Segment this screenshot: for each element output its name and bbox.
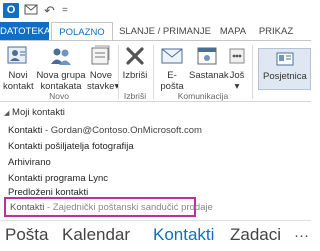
novi-kontakt-button[interactable]: Novi kontakt (3, 44, 34, 92)
folder-item[interactable]: Arhivirano (8, 157, 51, 168)
sastanak-button[interactable]: Sastanak (189, 44, 229, 81)
tab-slanje-primanje[interactable]: SLANJE / PRIMANJE (117, 22, 213, 41)
contact-card-icon (7, 46, 27, 64)
nav-kontakti[interactable]: Kontakti (153, 225, 214, 245)
group-label-izbrisi: Izbriši (123, 91, 147, 101)
outlook-icon: O (3, 3, 19, 18)
qat-dropdown-icon[interactable]: = (62, 3, 68, 18)
nav-posta[interactable]: Pošta (5, 225, 48, 245)
tab-mapa[interactable]: MAPA (217, 22, 249, 41)
title-bar: O ↶ = (0, 0, 311, 22)
group-label-novo: Novo (49, 91, 69, 101)
contact-group-icon (51, 48, 71, 65)
nove-stavke-button[interactable]: Nove stavke▾ (87, 44, 119, 92)
group-separator (118, 45, 119, 99)
folder-item[interactable]: Kontakti programa Lync (8, 173, 108, 184)
moji-kontakti-header[interactable]: ◢ Moji kontakti (4, 107, 65, 118)
ribbon: Novi kontakt Nova grupa kontakata Nove s… (0, 40, 311, 102)
folder-item[interactable]: Kontakti - Gordan@Contoso.OnMicrosoft.co… (8, 125, 202, 136)
folder-item-highlighted[interactable]: Kontakti - Zajednički poštanski sandučić… (4, 197, 213, 217)
posjetnica-label: Posjetnica (263, 71, 307, 82)
folder-item[interactable]: Kontakti pošiljatelja fotografija (8, 141, 134, 152)
collapse-icon[interactable]: ◢ (4, 110, 9, 117)
tab-datoteka[interactable]: DATOTEKA (0, 22, 50, 41)
sendreceive-icon[interactable] (24, 3, 38, 17)
e-posta-button[interactable]: E-pošta (156, 44, 188, 92)
more-nav-icon[interactable]: ··· (294, 227, 309, 244)
meeting-icon (197, 47, 217, 65)
posjetnica-view-button[interactable]: Posjetnica (258, 48, 311, 90)
new-items-icon (91, 45, 110, 65)
nova-grupa-kontakata-button[interactable]: Nova grupa kontakata (36, 44, 86, 92)
nav-zadaci[interactable]: Zadaci (230, 225, 281, 245)
folder-pane: ◢ Moji kontakti Kontakti - Gordan@Contos… (0, 102, 311, 220)
delete-icon (126, 47, 144, 65)
izbrisi-button[interactable]: Izbriši (120, 44, 150, 81)
tab-polazno[interactable]: POLAZNO (51, 22, 113, 42)
group-separator (153, 45, 154, 99)
ribbon-tabs: DATOTEKA POLAZNO SLANJE / PRIMANJE MAPA … (0, 22, 311, 42)
undo-icon[interactable]: ↶ (44, 3, 55, 18)
group-label-komunikacija: Komunikacija (177, 91, 229, 101)
email-icon (161, 48, 183, 64)
navigation-bar: Pošta Kalendar Kontakti Zadaci ··· (0, 220, 311, 251)
more-icon (229, 48, 245, 64)
business-card-icon (276, 52, 294, 66)
nav-kalendar[interactable]: Kalendar (62, 225, 130, 245)
tab-prikaz[interactable]: PRIKAZ (255, 22, 297, 41)
jos-button[interactable]: Još ▾ (226, 44, 248, 92)
group-separator (252, 45, 253, 99)
